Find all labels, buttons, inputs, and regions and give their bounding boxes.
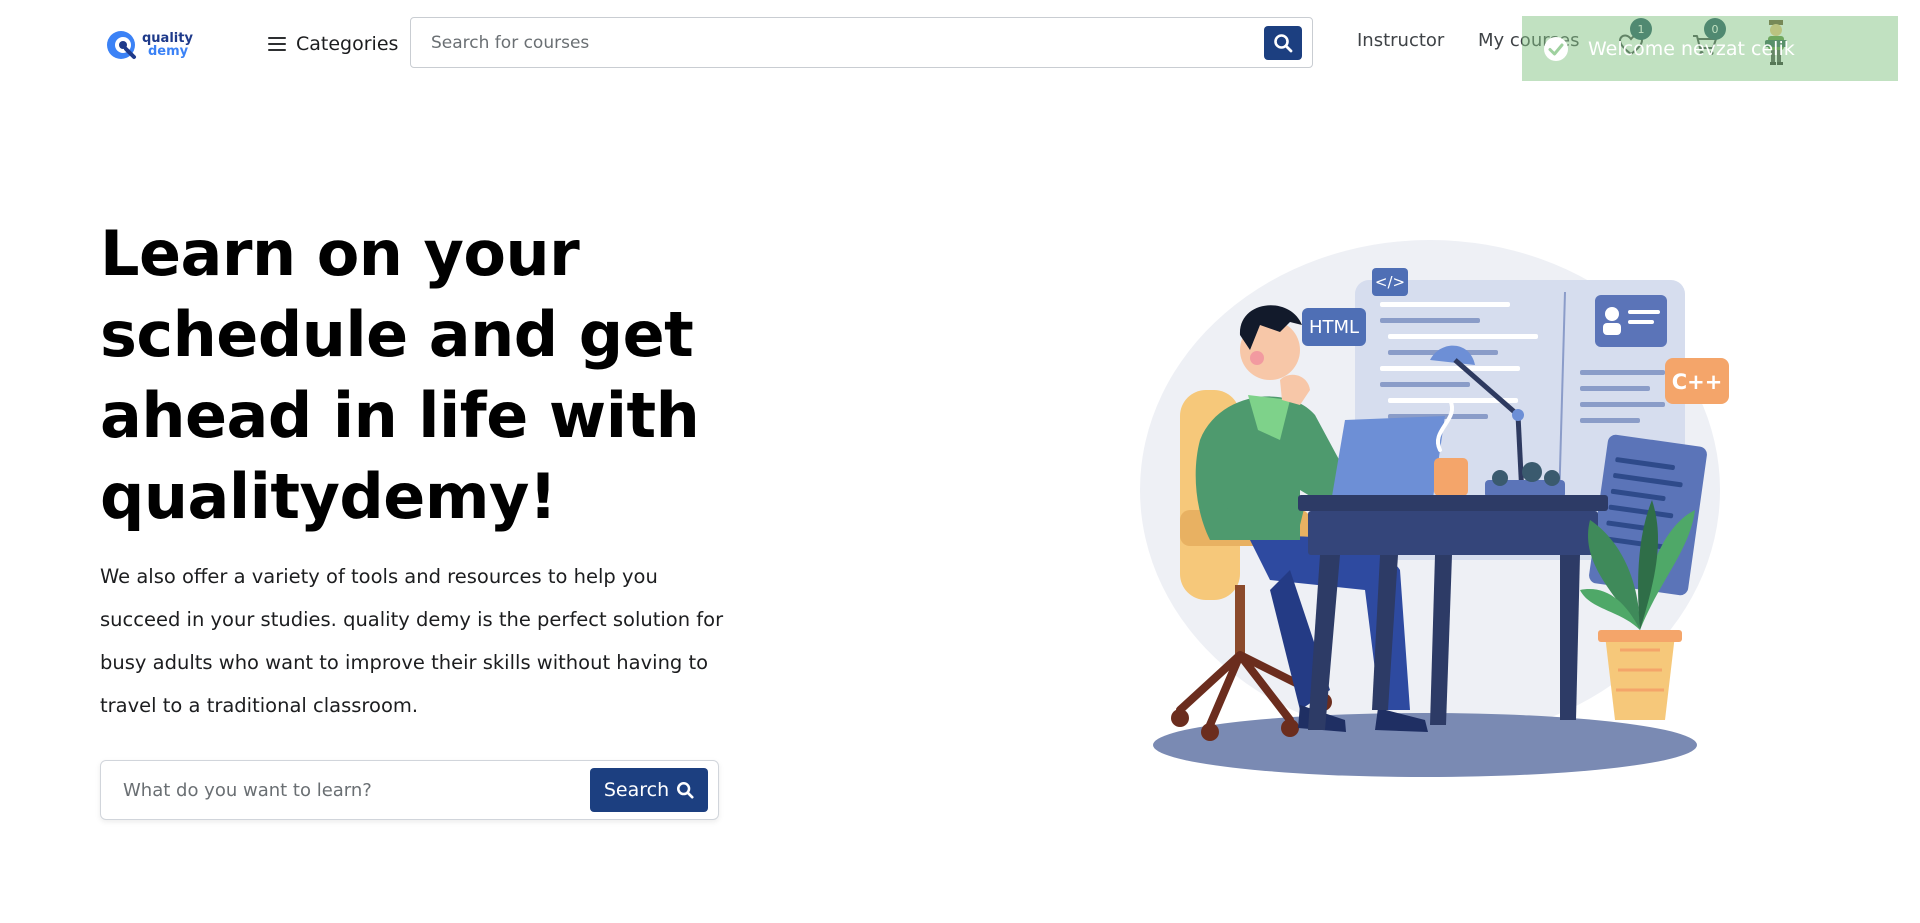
logo-line-2: demy: [148, 44, 189, 59]
check-circle-icon: [1544, 36, 1568, 61]
hero-search-button[interactable]: Search: [590, 768, 708, 812]
html-tag-label: HTML: [1309, 317, 1359, 338]
code-tag[interactable]: </>: [1372, 268, 1408, 296]
search-icon: [1274, 33, 1293, 52]
html-tag[interactable]: HTML: [1302, 308, 1366, 346]
course-search-input[interactable]: [411, 18, 1264, 67]
welcome-toast-message: Welcome nevzat celik: [1588, 37, 1795, 60]
cpp-tag-label: C++: [1672, 370, 1723, 394]
top-header: quality demy Categories Instructor My co…: [0, 0, 1920, 85]
welcome-toast: Welcome nevzat celik: [1522, 16, 1898, 81]
nav-instructor-link[interactable]: Instructor: [1357, 30, 1444, 51]
menu-icon: [268, 37, 286, 51]
hero-search-button-label: Search: [603, 779, 670, 801]
hero-title: Learn on your schedule and get ahead in …: [100, 217, 700, 533]
course-search-button[interactable]: [1264, 25, 1302, 60]
search-icon: [677, 781, 694, 799]
course-search-bar: [410, 17, 1313, 68]
logo[interactable]: quality demy: [104, 26, 200, 64]
hero-search-bar: Search: [100, 760, 719, 820]
categories-label: Categories: [296, 33, 399, 55]
cpp-tag[interactable]: C++: [1665, 358, 1729, 404]
logo-icon: [107, 31, 136, 59]
logo-text: quality demy: [142, 32, 193, 58]
code-tag-label: </>: [1375, 273, 1405, 291]
hero-search-input[interactable]: [101, 761, 590, 819]
categories-menu-button[interactable]: Categories: [268, 30, 398, 58]
hero-description: We also offer a variety of tools and res…: [100, 565, 724, 717]
hero-illustration: </> HTML C++: [1140, 240, 1729, 777]
